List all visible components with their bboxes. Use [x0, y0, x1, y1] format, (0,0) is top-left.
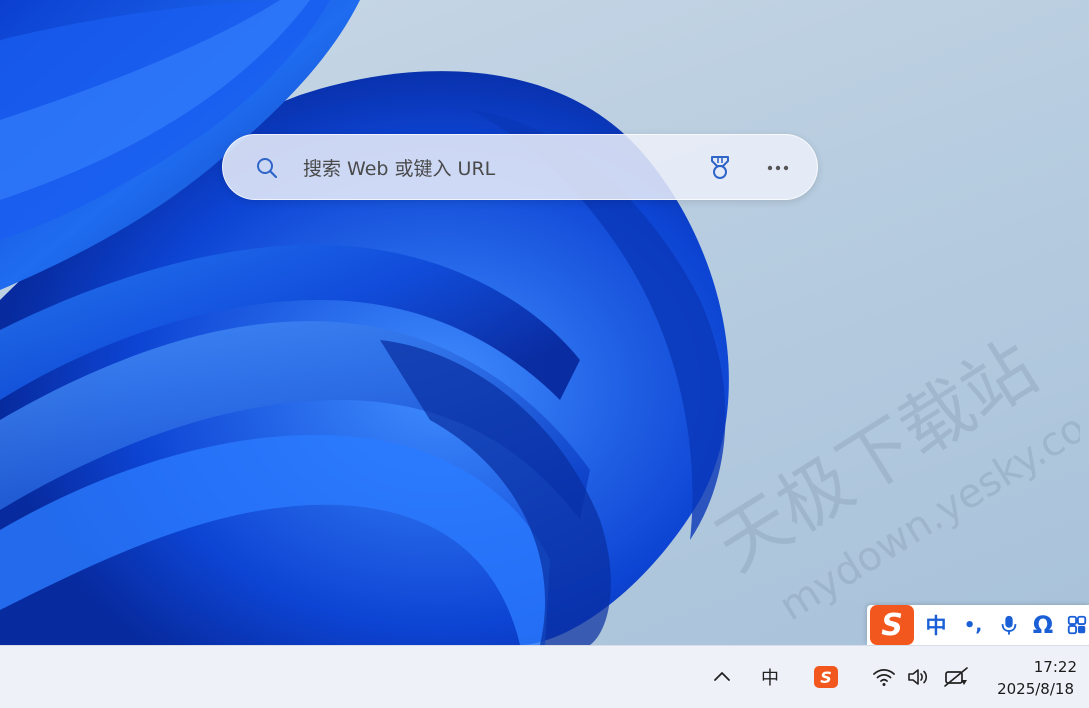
sogou-tray-icon: S [814, 666, 838, 688]
search-input[interactable] [301, 151, 685, 187]
ime-punctuation-toggle[interactable]: •, [955, 605, 991, 645]
search-bar [222, 134, 818, 200]
more-horizontal-icon[interactable] [765, 155, 791, 181]
ime-symbol-button[interactable]: Ω [1027, 605, 1059, 645]
ime-toolbar: S 中 •, Ω [867, 605, 1089, 645]
microphone-icon [1001, 615, 1017, 635]
ime-voice-button[interactable] [993, 605, 1025, 645]
wifi-icon [873, 668, 895, 686]
clock-time: 17:22 [1033, 658, 1077, 676]
taskbar: 中 S 17:22 2025/8/18 [0, 645, 1089, 708]
tray-wifi-button[interactable] [868, 660, 900, 694]
tray-volume-button[interactable] [902, 660, 936, 694]
ime-mode-toggle[interactable]: 中 [919, 605, 953, 645]
ime-toolbox-button[interactable] [1063, 605, 1089, 645]
tray-sogou-button[interactable]: S [808, 660, 844, 694]
tray-ime-mode[interactable]: 中 [754, 660, 786, 694]
tray-overflow-button[interactable] [706, 660, 738, 694]
network-status-icon [944, 667, 968, 687]
ime-sogou-logo[interactable]: S [869, 605, 915, 645]
tray-network-button[interactable] [940, 660, 972, 694]
speaker-icon [908, 669, 928, 685]
wallpaper-art [0, 0, 729, 645]
chevron-up-icon [714, 672, 730, 681]
search-icon[interactable] [255, 156, 279, 180]
rewards-medal-icon[interactable] [707, 155, 733, 181]
sogou-logo-icon: S [870, 605, 914, 645]
desktop-wallpaper: 天极下载站 mydown.yesky.com S 中 •, [0, 0, 1089, 645]
clock-date: 2025/8/18 [997, 680, 1074, 698]
toolbox-icon [1067, 615, 1087, 635]
taskbar-clock[interactable]: 17:22 2025/8/18 [984, 656, 1084, 702]
